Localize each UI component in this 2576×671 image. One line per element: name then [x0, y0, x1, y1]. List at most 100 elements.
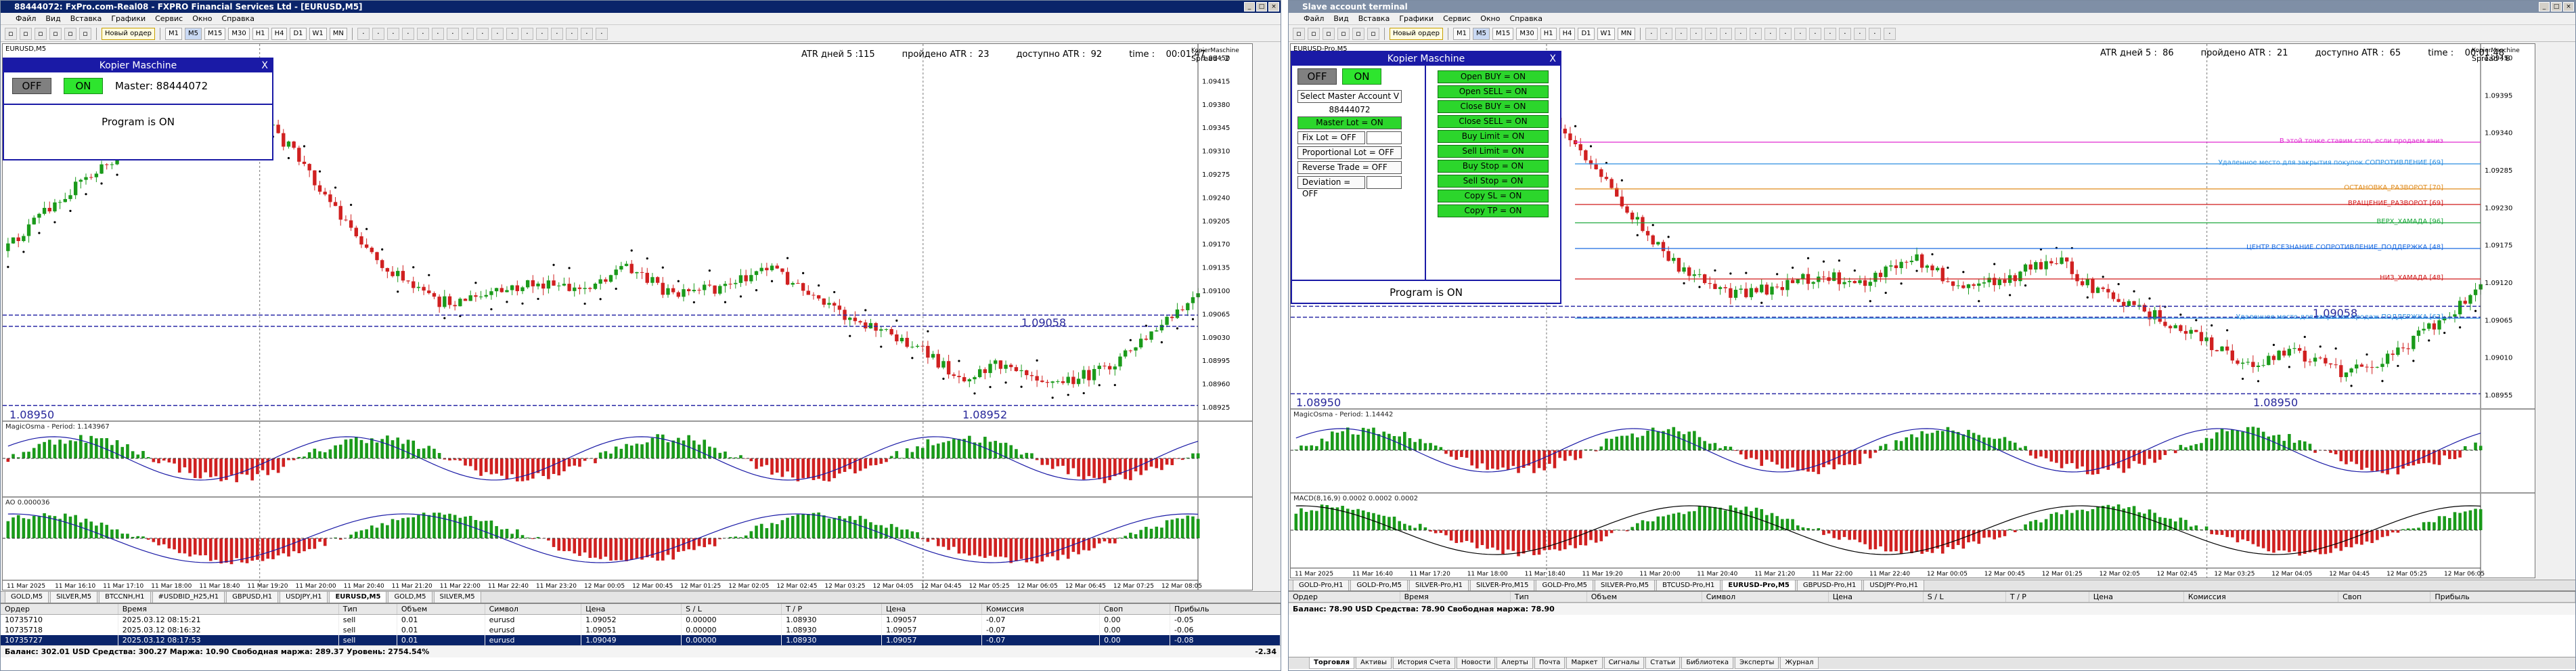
fibo-icon[interactable]: ·: [1734, 27, 1747, 40]
proportional-lot-button[interactable]: Proportional Lot = OFF: [1297, 146, 1402, 159]
crosshair-icon[interactable]: ·: [1645, 27, 1658, 40]
maximize-button[interactable]: □: [1256, 2, 1267, 12]
shift-icon[interactable]: ·: [550, 27, 563, 40]
maximize-button[interactable]: □: [2551, 2, 2562, 12]
off-button[interactable]: OFF: [1297, 68, 1337, 85]
column-header[interactable]: Своп: [2338, 592, 2431, 603]
terminal-tab[interactable]: Статьи: [1645, 657, 1681, 669]
menu-item[interactable]: Окно: [192, 14, 212, 23]
column-header[interactable]: Цена: [881, 604, 982, 615]
deviation-input[interactable]: [1367, 176, 1402, 189]
terminal-tab[interactable]: Активы: [1356, 657, 1392, 669]
profile-icon[interactable]: ▫: [1323, 27, 1335, 40]
vline-icon[interactable]: ·: [1674, 27, 1687, 40]
chart-tab[interactable]: GOLD,M5: [388, 592, 432, 603]
price-chart[interactable]: 1.09450 1.09395 1.09340 1.09285 1.09230 1.091…: [1290, 43, 2535, 578]
copy-option-button[interactable]: Copy TP = ON: [1438, 204, 1549, 217]
column-header[interactable]: Объем: [397, 604, 485, 615]
terminal-tab[interactable]: Новости: [1457, 657, 1496, 669]
folder-icon[interactable]: ▫: [1308, 27, 1320, 40]
text-icon[interactable]: ·: [461, 27, 474, 40]
timeframe-button[interactable]: D1: [290, 27, 307, 40]
timeframe-button[interactable]: H4: [1559, 27, 1576, 40]
file-icon[interactable]: ▫: [1293, 27, 1305, 40]
indicator-icon[interactable]: ·: [565, 27, 578, 40]
deviation-button[interactable]: Deviation = OFF: [1297, 176, 1365, 198]
fix-lot-input[interactable]: [1367, 131, 1402, 144]
pane-separator[interactable]: [3, 420, 1252, 422]
folder-icon[interactable]: ▫: [20, 27, 32, 40]
chart-tab[interactable]: USDJPY,H1: [280, 592, 328, 603]
timeframe-button[interactable]: H1: [252, 27, 269, 40]
vline-icon[interactable]: ·: [386, 27, 399, 40]
menu-item[interactable]: Справка: [1509, 14, 1542, 23]
terminal-tab[interactable]: Маркет: [1566, 657, 1603, 669]
chart-tab[interactable]: SILVER,M5: [50, 592, 98, 603]
trendline-icon[interactable]: ·: [416, 27, 429, 40]
terminal-icon[interactable]: ▫: [79, 27, 91, 40]
minimize-button[interactable]: _: [2539, 2, 2550, 12]
chart-tab[interactable]: BTCCNH,H1: [99, 592, 151, 603]
chart-tab[interactable]: GOLD,M5: [5, 592, 49, 603]
order-row[interactable]: 10735727 2025.03.12 08:17:53 sell 0.01 eurus…: [1, 635, 1281, 645]
column-header[interactable]: Тип: [1510, 592, 1587, 603]
period-icon[interactable]: ·: [1868, 27, 1881, 40]
copy-option-button[interactable]: Open BUY = ON: [1438, 70, 1549, 83]
terminal-tab[interactable]: Библиотека: [1681, 657, 1734, 669]
pane-separator[interactable]: [3, 496, 1252, 498]
terminal-tab[interactable]: История Счета: [1393, 657, 1455, 669]
select-master-button[interactable]: Select Master Account V: [1297, 90, 1402, 103]
menu-item[interactable]: Сервис: [1443, 14, 1471, 23]
column-header[interactable]: Цена: [581, 604, 682, 615]
column-header[interactable]: Прибыль: [2430, 592, 2575, 603]
zoom-out-icon[interactable]: ·: [1794, 27, 1806, 40]
timeframe-button[interactable]: M1: [164, 27, 182, 40]
terminal-tab[interactable]: Торговля: [1309, 657, 1355, 669]
minimize-button[interactable]: _: [1244, 2, 1255, 12]
off-button[interactable]: OFF: [12, 78, 51, 94]
terminal-tab[interactable]: Журнал: [1780, 657, 1819, 669]
period-icon[interactable]: ·: [580, 27, 593, 40]
column-header[interactable]: T / P: [2005, 592, 2089, 603]
close-icon[interactable]: X: [1549, 52, 1556, 66]
timeframe-button[interactable]: MN: [329, 27, 347, 40]
column-header[interactable]: Прибыль: [1170, 604, 1281, 615]
menu-item[interactable]: Графики: [1399, 14, 1434, 23]
timeframe-button[interactable]: M5: [1472, 27, 1490, 40]
close-button[interactable]: ×: [1268, 2, 1279, 12]
template-icon[interactable]: ·: [595, 27, 608, 40]
column-header[interactable]: Цена: [1828, 592, 1924, 603]
navigator-icon[interactable]: ▫: [1352, 27, 1364, 40]
column-header[interactable]: Ордер: [1289, 592, 1400, 603]
menu-item[interactable]: Сервис: [155, 14, 183, 23]
close-button[interactable]: ×: [2563, 2, 2574, 12]
channel-icon[interactable]: ·: [1719, 27, 1732, 40]
label-icon[interactable]: ·: [476, 27, 489, 40]
column-header[interactable]: Символ: [485, 604, 582, 615]
column-header[interactable]: Ордер: [1, 604, 118, 615]
text-icon[interactable]: ·: [1749, 27, 1762, 40]
timeframe-button[interactable]: M15: [1492, 27, 1514, 40]
copy-option-button[interactable]: Close BUY = ON: [1438, 100, 1549, 113]
order-row[interactable]: 10735710 2025.03.12 08:15:21 sell 0.01 eurus…: [1, 614, 1281, 625]
copy-option-button[interactable]: Open SELL = ON: [1438, 85, 1549, 98]
timeframe-button[interactable]: H1: [1540, 27, 1557, 40]
indicator-icon[interactable]: ·: [1853, 27, 1866, 40]
column-header[interactable]: Объем: [1586, 592, 1702, 603]
timeframe-button[interactable]: M30: [228, 27, 250, 40]
channel-icon[interactable]: ·: [431, 27, 444, 40]
timeframe-button[interactable]: M30: [1516, 27, 1538, 40]
terminal-icon[interactable]: ▫: [1367, 27, 1379, 40]
column-header[interactable]: Своп: [1099, 604, 1171, 615]
zoom-in-icon[interactable]: ·: [1779, 27, 1792, 40]
master-lot-button[interactable]: Master Lot = ON: [1297, 116, 1402, 129]
on-button[interactable]: ON: [1342, 68, 1381, 85]
copy-option-button[interactable]: Buy Limit = ON: [1438, 130, 1549, 143]
navigator-icon[interactable]: ▫: [64, 27, 76, 40]
column-header[interactable]: Тип: [338, 604, 397, 615]
menu-item[interactable]: Вставка: [1358, 14, 1390, 23]
column-header[interactable]: S / L: [1923, 592, 2006, 603]
template-icon[interactable]: ·: [1883, 27, 1896, 40]
menu-item[interactable]: Вид: [1333, 14, 1348, 23]
menu-item[interactable]: Вставка: [70, 14, 102, 23]
